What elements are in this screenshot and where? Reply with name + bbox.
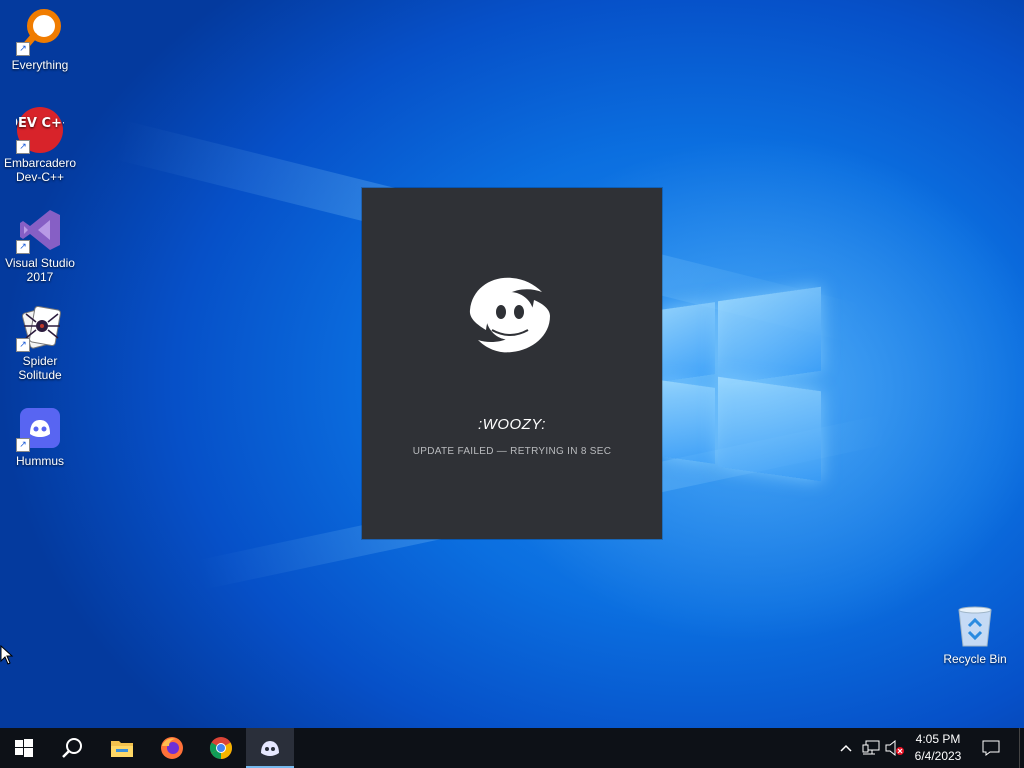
recycle-bin-icon bbox=[951, 602, 999, 650]
search-button[interactable] bbox=[48, 728, 96, 768]
taskbar: 4:05 PM 6/4/2023 bbox=[0, 728, 1024, 768]
firefox-icon bbox=[161, 737, 183, 759]
network-icon bbox=[862, 740, 880, 755]
notification-icon bbox=[982, 740, 1000, 756]
desktop-icon-devcpp[interactable]: DEV C++ ↗ Embarcadero Dev-C++ bbox=[0, 106, 80, 184]
desktop-icon-label: Spider Solitude bbox=[18, 354, 62, 382]
discord-icon bbox=[261, 741, 279, 756]
update-status-text: UPDATE FAILED — RETRYING IN 8 SEC bbox=[412, 446, 612, 457]
tray-volume[interactable] bbox=[885, 738, 905, 758]
chevron-up-icon bbox=[840, 744, 852, 752]
taskbar-clock[interactable]: 4:05 PM 6/4/2023 bbox=[906, 731, 970, 765]
shortcut-arrow-icon: ↗ bbox=[16, 240, 30, 254]
taskbar-firefox[interactable] bbox=[148, 728, 196, 768]
desktop[interactable]: ↗ Everything DEV C++ ↗ Embarcadero Dev-C… bbox=[0, 0, 1024, 728]
search-icon bbox=[62, 738, 82, 758]
taskbar-file-explorer[interactable] bbox=[98, 728, 146, 768]
desktop-icon-label: Visual Studio 2017 bbox=[5, 256, 75, 284]
tray-show-hidden[interactable] bbox=[836, 738, 856, 758]
shortcut-arrow-icon: ↗ bbox=[16, 438, 30, 452]
action-center-button[interactable] bbox=[981, 738, 1001, 758]
devcpp-icon: DEV C++ ↗ bbox=[7, 106, 73, 154]
desktop-icon-label: Everything bbox=[11, 58, 69, 72]
splash-title: :WOOZY: bbox=[478, 416, 546, 433]
shortcut-arrow-icon: ↗ bbox=[16, 338, 30, 352]
file-explorer-icon bbox=[111, 741, 133, 757]
spider-solitaire-icon: ↗ bbox=[16, 304, 64, 352]
mouse-cursor-icon bbox=[0, 645, 14, 665]
clock-date: 6/4/2023 bbox=[914, 749, 962, 763]
desktop-icon-label: Recycle Bin bbox=[943, 652, 1007, 666]
clock-time: 4:05 PM bbox=[915, 732, 961, 746]
volume-muted-icon bbox=[885, 740, 904, 756]
shortcut-arrow-icon: ↗ bbox=[16, 140, 30, 154]
start-icon bbox=[15, 739, 33, 757]
everything-icon: ↗ bbox=[16, 8, 64, 56]
devcpp-logo-text: DEV C++ bbox=[16, 116, 64, 131]
visual-studio-icon: ↗ bbox=[16, 206, 64, 254]
desktop-icon-spider-solitude[interactable]: ↗ Spider Solitude bbox=[0, 304, 80, 382]
shortcut-arrow-icon: ↗ bbox=[16, 42, 30, 56]
wallpaper-windows-logo bbox=[660, 286, 825, 484]
discord-app-icon: ↗ bbox=[16, 404, 64, 452]
desktop-icon-visual-studio[interactable]: ↗ Visual Studio 2017 bbox=[0, 206, 80, 284]
discord-spinner-logo-icon bbox=[462, 270, 558, 360]
show-desktop-button[interactable] bbox=[1019, 728, 1024, 768]
desktop-icon-everything[interactable]: ↗ Everything bbox=[0, 8, 80, 72]
taskbar-discord[interactable] bbox=[246, 728, 294, 768]
chrome-icon bbox=[210, 737, 232, 759]
tray-network[interactable] bbox=[861, 738, 881, 758]
desktop-icon-hummus[interactable]: ↗ Hummus bbox=[0, 404, 80, 468]
desktop-icon-recycle-bin[interactable]: Recycle Bin bbox=[935, 602, 1015, 666]
discord-update-splash: :WOOZY: UPDATE FAILED — RETRYING IN 8 SE… bbox=[362, 188, 662, 539]
desktop-icon-label: Embarcadero Dev-C++ bbox=[3, 156, 77, 184]
taskbar-chrome[interactable] bbox=[197, 728, 245, 768]
desktop-icon-label: Hummus bbox=[15, 454, 64, 468]
start-button[interactable] bbox=[0, 728, 48, 768]
